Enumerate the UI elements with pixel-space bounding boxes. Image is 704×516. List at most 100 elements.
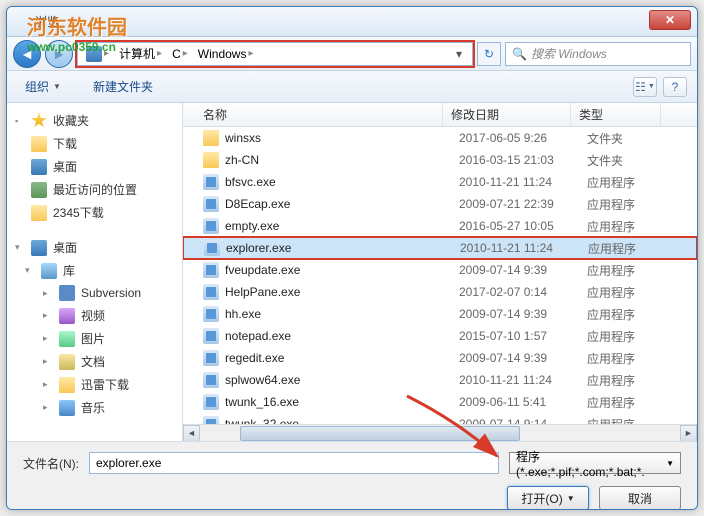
close-button[interactable]: ✕ — [649, 10, 691, 30]
file-row[interactable]: fveupdate.exe2009-07-14 9:39应用程序 — [183, 259, 697, 281]
file-name: splwow64.exe — [225, 373, 459, 387]
filename-input[interactable] — [89, 452, 499, 474]
cancel-button[interactable]: 取消 — [599, 486, 681, 510]
file-row[interactable]: D8Ecap.exe2009-07-21 22:39应用程序 — [183, 193, 697, 215]
sidebar-item-subversion[interactable]: ▸Subversion — [7, 282, 182, 304]
filename-label: 文件名(N): — [23, 455, 79, 472]
sidebar-item-xunlei[interactable]: ▸迅雷下载 — [7, 373, 182, 396]
file-row[interactable]: HelpPane.exe2017-02-07 0:14应用程序 — [183, 281, 697, 303]
exe-icon — [203, 416, 219, 424]
file-name: regedit.exe — [225, 351, 459, 365]
exe-icon — [203, 262, 219, 278]
file-date: 2009-07-14 9:39 — [459, 263, 587, 277]
file-name: zh-CN — [225, 153, 459, 167]
forward-button[interactable]: ► — [45, 40, 73, 68]
file-name: fveupdate.exe — [225, 263, 459, 277]
exe-icon — [203, 174, 219, 190]
exe-icon — [203, 372, 219, 388]
computer-icon — [86, 46, 102, 62]
scrollbar-thumb[interactable] — [240, 426, 520, 441]
sidebar-item-pictures[interactable]: ▸图片 — [7, 327, 182, 350]
column-type[interactable]: 类型 — [571, 103, 661, 126]
column-date[interactable]: 修改日期 — [443, 103, 571, 126]
view-mode-button[interactable]: ☷▼ — [633, 77, 657, 97]
folder-icon — [31, 205, 47, 221]
sidebar-favorites-header[interactable]: ▪收藏夹 — [7, 109, 182, 132]
exe-icon — [203, 284, 219, 300]
exe-icon — [203, 196, 219, 212]
back-button[interactable]: ◄ — [13, 40, 41, 68]
breadcrumb-item[interactable]: C ▸ — [168, 45, 192, 63]
file-type: 应用程序 — [587, 284, 677, 301]
address-dropdown[interactable]: ▾ — [450, 47, 468, 61]
file-type: 应用程序 — [587, 196, 677, 213]
file-date: 2010-11-21 11:24 — [460, 241, 588, 255]
desktop-icon — [31, 240, 47, 256]
file-row[interactable]: splwow64.exe2010-11-21 11:24应用程序 — [183, 369, 697, 391]
scroll-right-button[interactable]: ► — [680, 425, 697, 442]
breadcrumb-item[interactable]: 计算机 ▸ — [115, 43, 166, 64]
new-folder-button[interactable]: 新建文件夹 — [85, 74, 161, 99]
file-type: 应用程序 — [587, 372, 677, 389]
organize-button[interactable]: 组织 ▼ — [17, 74, 69, 99]
file-name: twunk_32.exe — [225, 417, 459, 424]
refresh-button[interactable]: ↻ — [477, 42, 501, 66]
sidebar-desktop-header[interactable]: ▾桌面 — [7, 236, 182, 259]
file-row[interactable]: bfsvc.exe2010-11-21 11:24应用程序 — [183, 171, 697, 193]
file-row[interactable]: hh.exe2009-07-14 9:39应用程序 — [183, 303, 697, 325]
sidebar-item-downloads[interactable]: 下载 — [7, 132, 182, 155]
sidebar-item-video[interactable]: ▸视频 — [7, 304, 182, 327]
sidebar-item-recent[interactable]: 最近访问的位置 — [7, 178, 182, 201]
file-type: 应用程序 — [588, 240, 678, 257]
sidebar-item-documents[interactable]: ▸文档 — [7, 350, 182, 373]
file-row[interactable]: twunk_32.exe2009-07-14 9:14应用程序 — [183, 413, 697, 424]
exe-icon — [203, 328, 219, 344]
breadcrumb-item[interactable]: Windows ▸ — [194, 45, 258, 63]
file-row[interactable]: explorer.exe2010-11-21 11:24应用程序 — [183, 237, 697, 259]
file-type: 文件夹 — [587, 130, 677, 147]
search-icon: 🔍 — [512, 47, 527, 61]
column-name[interactable]: 名称 — [183, 103, 443, 126]
breadcrumb-root[interactable]: ▸ — [82, 44, 113, 64]
file-row[interactable]: zh-CN2016-03-15 21:03文件夹 — [183, 149, 697, 171]
file-date: 2010-11-21 11:24 — [459, 175, 587, 189]
sidebar-item-2345[interactable]: 2345下载 — [7, 201, 182, 224]
file-date: 2017-06-05 9:26 — [459, 131, 587, 145]
file-row[interactable]: regedit.exe2009-07-14 9:39应用程序 — [183, 347, 697, 369]
file-type: 应用程序 — [587, 262, 677, 279]
file-list[interactable]: winsxs2017-06-05 9:26文件夹zh-CN2016-03-15 … — [183, 127, 697, 424]
file-row[interactable]: empty.exe2016-05-27 10:05应用程序 — [183, 215, 697, 237]
scroll-left-button[interactable]: ◄ — [183, 425, 200, 442]
file-type: 应用程序 — [587, 218, 677, 235]
sidebar-item-music[interactable]: ▸音乐 — [7, 396, 182, 419]
file-name: twunk_16.exe — [225, 395, 459, 409]
address-bar[interactable]: ▸ 计算机 ▸ C ▸ Windows ▸ ▾ — [77, 42, 473, 66]
help-button[interactable]: ? — [663, 77, 687, 97]
file-date: 2016-05-27 10:05 — [459, 219, 587, 233]
file-type: 应用程序 — [587, 328, 677, 345]
file-date: 2009-07-14 9:39 — [459, 351, 587, 365]
file-row[interactable]: winsxs2017-06-05 9:26文件夹 — [183, 127, 697, 149]
breadcrumb: ▸ 计算机 ▸ C ▸ Windows ▸ — [82, 43, 258, 64]
file-name: hh.exe — [225, 307, 459, 321]
file-type-filter[interactable]: 程序 (*.exe;*.pif;*.com;*.bat;*.▼ — [509, 452, 681, 474]
window-title: 浏览 — [35, 13, 59, 30]
file-name: notepad.exe — [225, 329, 459, 343]
file-row[interactable]: twunk_16.exe2009-06-11 5:41应用程序 — [183, 391, 697, 413]
document-icon — [59, 354, 75, 370]
sidebar-libraries-header[interactable]: ▾库 — [7, 259, 182, 282]
sidebar-item-desktop[interactable]: 桌面 — [7, 155, 182, 178]
file-date: 2016-03-15 21:03 — [459, 153, 587, 167]
horizontal-scrollbar[interactable]: ◄ ► — [183, 424, 697, 441]
sidebar[interactable]: ▪收藏夹 下载 桌面 最近访问的位置 2345下载 ▾桌面 ▾库 ▸Subver… — [7, 103, 183, 441]
file-date: 2009-07-21 22:39 — [459, 197, 587, 211]
file-date: 2010-11-21 11:24 — [459, 373, 587, 387]
file-row[interactable]: notepad.exe2015-07-10 1:57应用程序 — [183, 325, 697, 347]
file-name: D8Ecap.exe — [225, 197, 459, 211]
column-headers: 名称 修改日期 类型 — [183, 103, 697, 127]
file-date: 2015-07-10 1:57 — [459, 329, 587, 343]
search-input[interactable]: 🔍 搜索 Windows — [505, 42, 691, 66]
file-date: 2009-06-11 5:41 — [459, 395, 587, 409]
open-button[interactable]: 打开(O) ▼ — [507, 486, 589, 510]
titlebar[interactable]: 浏览 ✕ — [7, 7, 697, 37]
